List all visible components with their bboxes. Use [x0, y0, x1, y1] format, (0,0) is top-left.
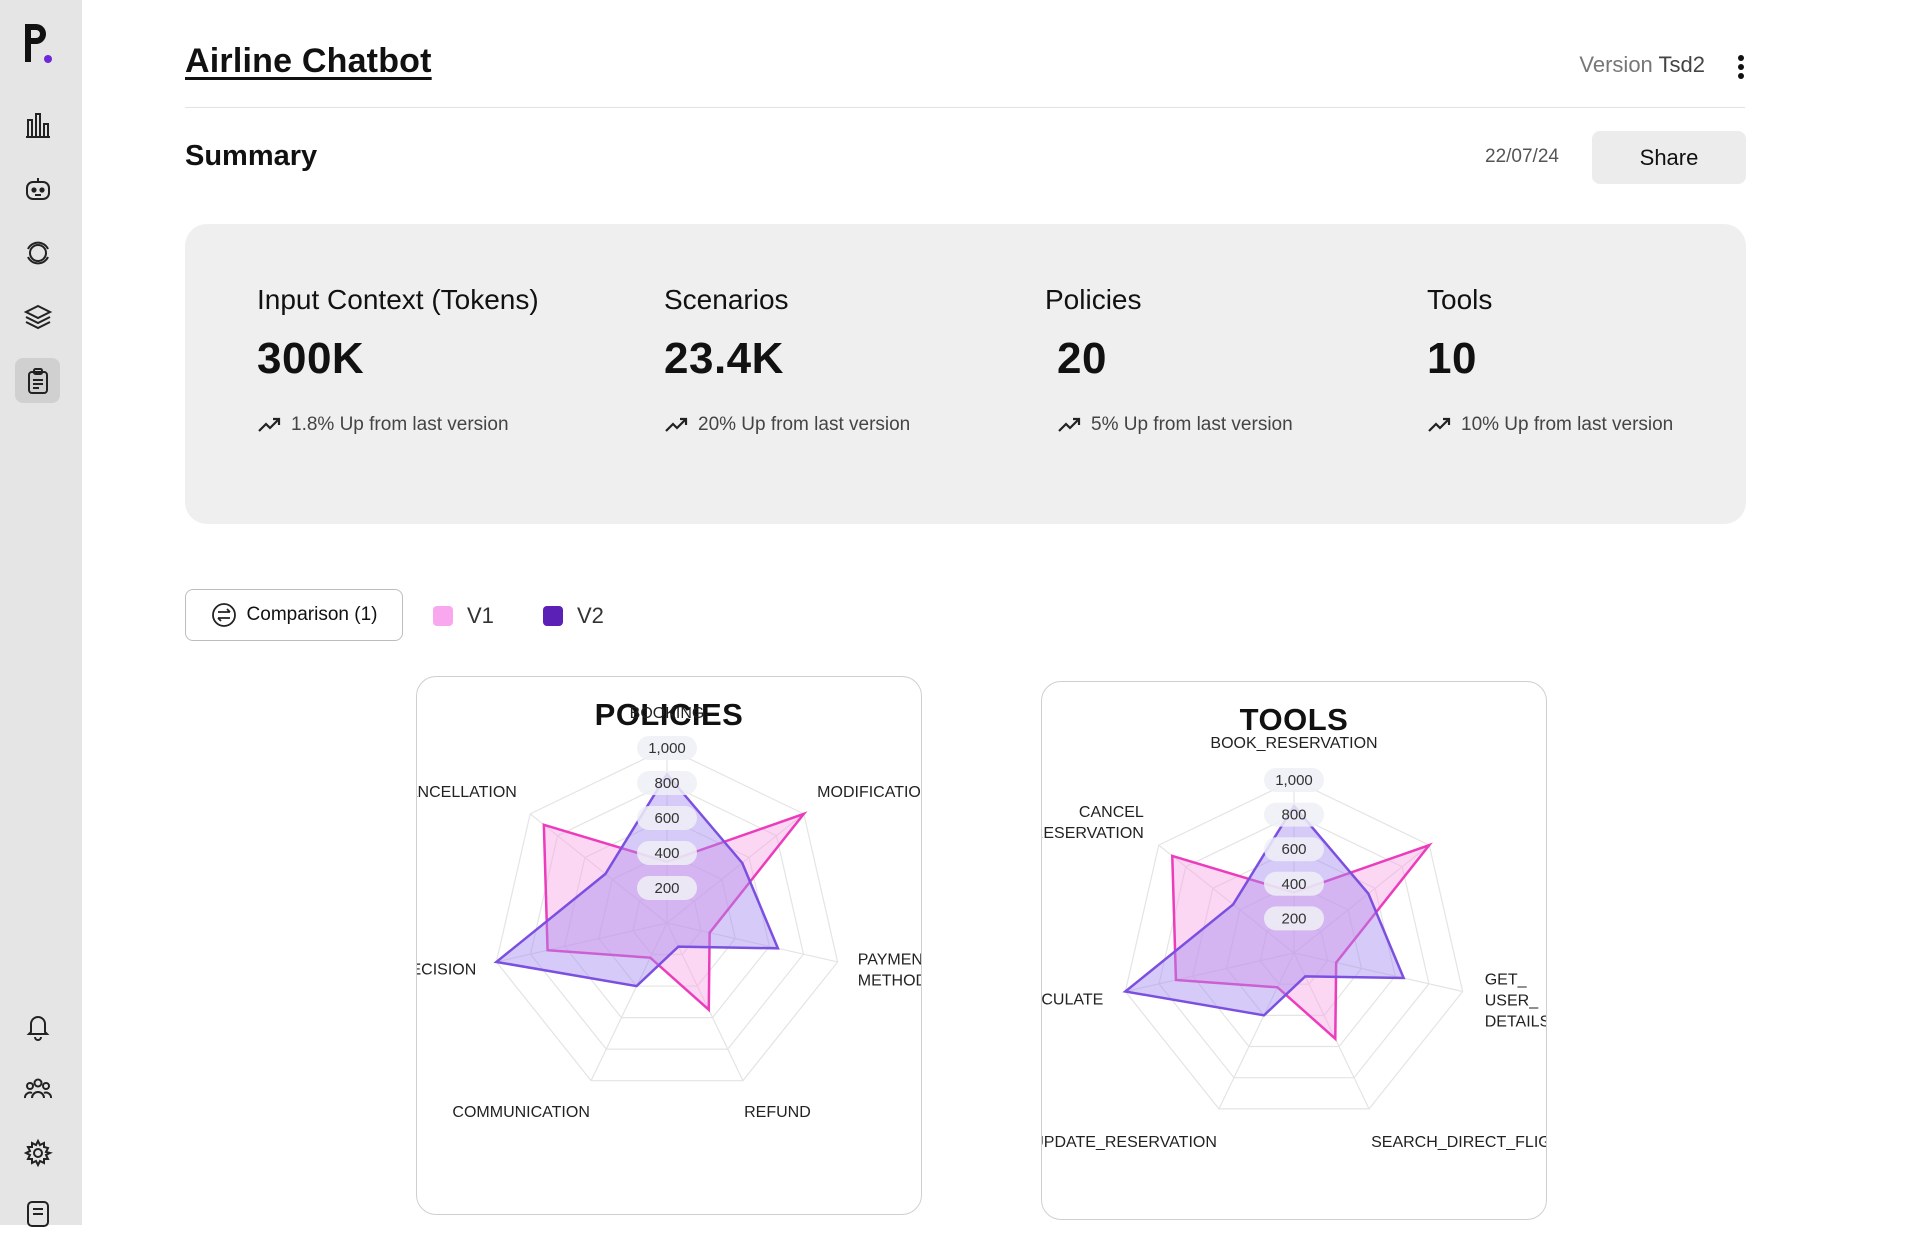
legend-label-v2: V2 [577, 603, 604, 628]
legend-v1[interactable]: V1 [433, 603, 494, 629]
notes-icon[interactable] [15, 1190, 60, 1235]
summary-date: 22/07/24 [1485, 146, 1559, 167]
layers-icon[interactable] [15, 294, 60, 339]
axis-label: BOOK_RESERVATION [1210, 735, 1377, 752]
stat-label: Policies [1045, 284, 1142, 315]
more-options-icon[interactable] [1730, 52, 1752, 82]
stats-card: Input Context (Tokens) 300K 1.8% Up from… [185, 224, 1746, 524]
stat-trend-text: 5% Up from last version [1091, 414, 1293, 435]
axis-label: COMMUNICATION [452, 1104, 589, 1121]
series-v2-area[interactable] [493, 772, 780, 988]
tick-label: 800 [1281, 807, 1306, 824]
axis-label: CANCEL_RESERVATION [1042, 804, 1144, 842]
stat-trend: 5% Up from last version [1045, 414, 1293, 436]
compare-arrows-icon [211, 603, 236, 627]
bell-icon[interactable] [15, 1003, 60, 1048]
tick-label: 1,000 [1275, 772, 1313, 789]
share-button[interactable]: Share [1592, 131, 1746, 184]
tick-label: 600 [654, 810, 679, 827]
orbit-icon[interactable] [15, 230, 60, 275]
version-prefix: Version [1579, 52, 1653, 77]
app-logo[interactable] [20, 18, 54, 68]
stat-trend-text: 10% Up from last version [1461, 414, 1674, 435]
trend-up-icon [258, 417, 281, 432]
tick-label: 200 [1281, 910, 1306, 927]
tick-label: 400 [1281, 876, 1306, 893]
stat-value: 23.4K [664, 334, 784, 383]
summary-title: Summary [185, 140, 318, 172]
policies-radar-chart: 200 400 600 800 1,000 BOOKING MODIFICATION PAYM… [417, 705, 921, 1121]
version-label: Version Tsd2 [1579, 52, 1705, 78]
tick-label: 800 [654, 775, 679, 792]
stat-label: Scenarios [664, 284, 789, 315]
tools-radar-chart: 200 400 600 800 1,000 BOOK_RESERVATION GET_ USE… [1042, 735, 1546, 1151]
axis-label: BOOKING [630, 705, 705, 722]
version-value: Tsd2 [1658, 52, 1705, 77]
tick-label: 200 [654, 880, 679, 897]
legend-swatch-v2 [543, 606, 563, 626]
stat-policies: Policies 20 5% Up from last version [1045, 284, 1293, 436]
axis-label: GET_ USER_ DETAILS [1485, 972, 1546, 1031]
legend-label-v1: V1 [467, 603, 494, 628]
tick-label: 1,000 [648, 740, 686, 757]
tick-label: 400 [654, 845, 679, 862]
sidebar [0, 0, 82, 1227]
stat-trend: 10% Up from last version [1427, 414, 1673, 436]
axis-label: CALCULATE [1042, 992, 1103, 1009]
series-v2-area[interactable] [1122, 803, 1406, 1017]
stat-input-context: Input Context (Tokens) 300K 1.8% Up from… [257, 284, 539, 436]
tick-label: 600 [1281, 841, 1306, 858]
stat-value: 300K [257, 334, 365, 383]
gear-icon[interactable] [15, 1130, 60, 1175]
trend-up-icon [1058, 417, 1081, 432]
bot-icon[interactable] [15, 166, 60, 211]
stat-value: 10 [1427, 334, 1477, 383]
stat-trend-text: 1.8% Up from last version [291, 414, 509, 435]
stat-value: 20 [1057, 334, 1107, 383]
header-divider [185, 107, 1745, 108]
axis-label: SEARCH_DIRECT_FLIGHT [1371, 1134, 1546, 1151]
axis-label: UPDATE_RESERVATION [1042, 1134, 1217, 1151]
stat-trend: 1.8% Up from last version [257, 414, 539, 436]
stat-trend-text: 20% Up from last version [698, 414, 911, 435]
trend-up-icon [1428, 417, 1451, 432]
clipboard-icon[interactable] [15, 358, 60, 403]
stat-tools: Tools 10 10% Up from last version [1427, 284, 1673, 436]
bar-chart-icon[interactable] [15, 102, 60, 147]
comparison-button[interactable]: Comparison (1) [185, 589, 403, 641]
axis-label: PRECISION [417, 962, 476, 979]
axis-label: REFUND [744, 1104, 811, 1121]
legend-swatch-v1 [433, 606, 453, 626]
axis-label: MODIFICATION [817, 784, 921, 801]
policies-chart-card: POLICIES 200 400 600 800 1,000 BOOKING MODIFIC… [416, 676, 922, 1215]
team-icon[interactable] [15, 1066, 60, 1111]
legend-v2[interactable]: V2 [543, 603, 604, 629]
page-title[interactable]: Airline Chatbot [185, 42, 432, 81]
stat-label: Tools [1427, 284, 1493, 315]
stat-scenarios: Scenarios 23.4K 20% Up from last version [664, 284, 910, 436]
tools-chart-card: TOOLS 200 400 600 800 1,000 BOOK_RESERVATION G… [1041, 681, 1547, 1220]
stat-trend: 20% Up from last version [664, 414, 910, 436]
axis-label: PAYMENTMETHODS [858, 952, 921, 990]
comparison-label: Comparison (1) [246, 604, 378, 625]
trend-up-icon [665, 417, 688, 432]
stat-label: Input Context (Tokens) [257, 284, 539, 315]
axis-label: CANCELLATION [417, 784, 517, 801]
